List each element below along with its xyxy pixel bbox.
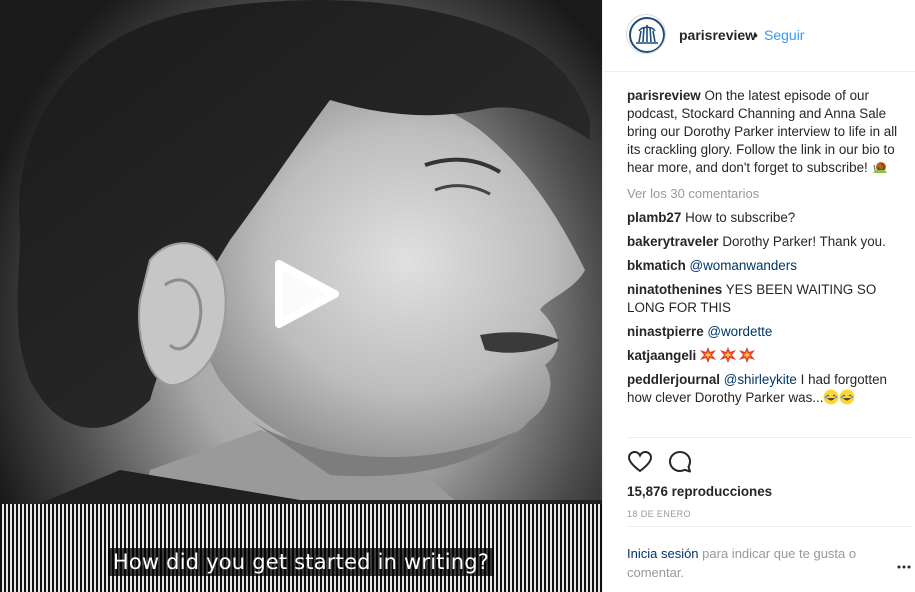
post-caption: parisreview On the latest episode of our… <box>627 87 903 177</box>
post-header: parisreview • Seguir <box>603 0 915 72</box>
more-options-icon <box>897 565 911 569</box>
comments-list: parisreview On the latest episode of our… <box>627 87 903 413</box>
comment-icon <box>669 451 691 473</box>
avatar[interactable] <box>626 14 666 54</box>
comment-username[interactable]: ninastpierre <box>627 324 704 339</box>
comment-item: katjaangeli <box>627 347 903 365</box>
comment-username[interactable]: katjaangeli <box>627 348 696 363</box>
view-all-comments-link[interactable]: Ver los 30 comentarios <box>627 185 903 203</box>
login-prompt: Inicia sesión para indicar que te gusta … <box>627 544 887 582</box>
comment-item: peddlerjournal @shirleykite I had forgot… <box>627 371 903 407</box>
like-button[interactable] <box>627 449 653 475</box>
comment-button[interactable] <box>667 449 693 475</box>
post-date[interactable]: 18 DE ENERO <box>627 509 691 519</box>
play-button[interactable] <box>269 258 341 330</box>
paris-review-logo-icon <box>629 17 665 53</box>
follow-button[interactable]: Seguir <box>764 27 804 43</box>
header-username[interactable]: parisreview <box>679 27 756 43</box>
laughing-emoji <box>839 389 855 405</box>
view-count[interactable]: 15,876 reproducciones <box>627 484 772 499</box>
comment-item: bakerytraveler Dorothy Parker! Thank you… <box>627 233 903 251</box>
comment-item: bkmatich @womanwanders <box>627 257 903 275</box>
heart-icon <box>627 450 653 473</box>
comment-item: ninatothenines YES BEEN WAITING SO LONG … <box>627 281 903 317</box>
video-subtitle: How did you get started in writing? <box>0 548 602 576</box>
header-separator: • <box>753 27 758 43</box>
collision-emoji <box>739 347 756 363</box>
comment-username[interactable]: ninatothenines <box>627 282 722 297</box>
snail-emoji <box>872 162 887 173</box>
comment-text: Dorothy Parker! Thank you. <box>722 234 886 249</box>
comment-username[interactable]: peddlerjournal <box>627 372 720 387</box>
comment-item: ninastpierre @wordette <box>627 323 903 341</box>
subtitle-text: How did you get started in writing? <box>107 548 495 576</box>
divider <box>627 526 913 527</box>
caption-username[interactable]: parisreview <box>627 88 701 103</box>
post-sidebar: parisreview • Seguir parisreview On the … <box>602 0 915 592</box>
comment-username[interactable]: bakerytraveler <box>627 234 719 249</box>
video-player[interactable]: How did you get started in writing? <box>0 0 602 592</box>
play-icon <box>275 260 339 328</box>
laughing-emoji <box>823 389 839 405</box>
comment-username[interactable]: bkmatich <box>627 258 686 273</box>
comment-mention[interactable]: @womanwanders <box>690 258 797 273</box>
comment-item: plamb27 How to subscribe? <box>627 209 903 227</box>
comment-mention[interactable]: @wordette <box>707 324 772 339</box>
more-options-button[interactable] <box>897 560 911 574</box>
divider <box>627 437 913 438</box>
comment-text: How to subscribe? <box>685 210 796 225</box>
collision-emoji <box>699 347 716 363</box>
comment-username[interactable]: plamb27 <box>627 210 681 225</box>
login-link[interactable]: Inicia sesión <box>627 546 699 561</box>
instagram-post: How did you get started in writing? pari… <box>0 0 915 592</box>
comment-mention[interactable]: @shirleykite <box>724 372 797 387</box>
collision-emoji <box>719 347 736 363</box>
